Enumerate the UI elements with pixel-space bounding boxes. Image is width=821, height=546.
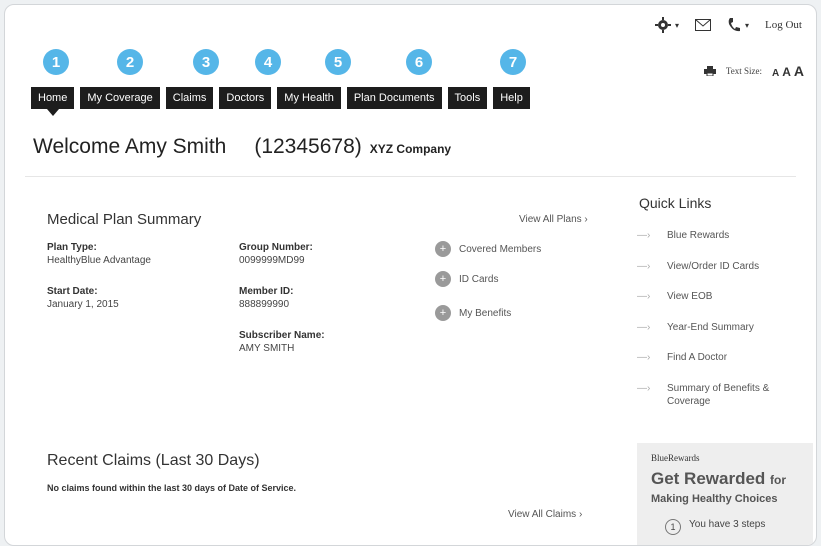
arrow-right-icon: —›	[637, 291, 651, 302]
member-id-value: 888899990	[239, 299, 290, 310]
promo-headline: Get Rewarded for	[651, 469, 786, 489]
step-badge-4: 4	[255, 49, 281, 75]
welcome-company: XYZ Company	[369, 142, 452, 156]
member-id-label: Member ID:	[239, 286, 294, 297]
view-all-claims-label: View All Claims	[508, 509, 577, 520]
chevron-down-icon[interactable]: ▾	[745, 21, 749, 30]
quick-link-label: Blue Rewards	[667, 230, 730, 241]
promo-headline-suffix: for	[770, 473, 787, 487]
tab-claims[interactable]: Claims	[165, 87, 214, 109]
chevron-right-icon: ›	[578, 509, 583, 520]
my-benefits-link[interactable]: + My Benefits	[435, 305, 511, 321]
plus-icon: +	[435, 305, 451, 321]
text-size-label: Text Size:	[725, 66, 762, 76]
plan-type-value: HealthyBlue Advantage	[47, 255, 151, 266]
text-size-small[interactable]: A	[772, 68, 779, 79]
arrow-right-icon: —›	[637, 352, 651, 363]
welcome-member-id: (12345678)	[254, 135, 362, 158]
step-badge-7: 7	[500, 49, 526, 75]
tab-help[interactable]: Help	[493, 87, 530, 109]
tab-my-health[interactable]: My Health	[277, 87, 341, 109]
covered-members-link[interactable]: + Covered Members	[435, 241, 541, 257]
arrow-right-icon: —›	[637, 322, 651, 333]
id-cards-link[interactable]: + ID Cards	[435, 271, 498, 287]
recent-claims-title: Recent Claims (Last 30 Days)	[47, 452, 260, 469]
quick-link-id-cards[interactable]: —› View/Order ID Cards	[637, 260, 807, 273]
step-badge-1: 1	[43, 49, 69, 75]
promo-steps-text: You have 3 steps	[689, 519, 766, 530]
promo-headline-main: Get Rewarded	[651, 469, 766, 488]
plus-icon: +	[435, 271, 451, 287]
id-cards-label: ID Cards	[459, 273, 499, 285]
group-number-label: Group Number:	[239, 242, 313, 253]
quick-link-label: View EOB	[667, 291, 713, 302]
step-badge-2: 2	[117, 49, 143, 75]
promo-brand: BlueRewards	[651, 453, 700, 463]
plus-icon: +	[435, 241, 451, 257]
tab-tools[interactable]: Tools	[447, 87, 488, 109]
quick-link-label: Summary of Benefits & Coverage	[667, 383, 770, 407]
phone-icon[interactable]	[727, 17, 741, 33]
subscriber-name-value: AMY SMITH	[239, 343, 295, 354]
tab-doctors[interactable]: Doctors	[219, 87, 272, 109]
text-size-large[interactable]: A	[794, 63, 804, 79]
step-number-icon: 1	[665, 519, 681, 535]
print-icon[interactable]	[703, 66, 716, 76]
plan-type-label: Plan Type:	[47, 242, 97, 253]
welcome-heading: Welcome Amy Smith (12345678) XYZ Company	[33, 135, 451, 159]
quick-link-label: Find A Doctor	[667, 352, 728, 363]
quick-link-summary-of-benefits[interactable]: —› Summary of Benefits & Coverage	[637, 382, 807, 408]
group-number-value: 0099999MD99	[239, 255, 305, 266]
gear-icon[interactable]	[654, 17, 671, 33]
quick-link-view-eob[interactable]: —› View EOB	[637, 290, 807, 303]
text-size-medium[interactable]: A	[782, 65, 791, 79]
promo-steps: 1 You have 3 steps	[665, 519, 765, 535]
group-number: Group Number: 0099999MD99	[239, 241, 313, 267]
welcome-name: Welcome Amy Smith	[33, 135, 227, 158]
tab-home[interactable]: Home	[31, 87, 75, 116]
member-id: Member ID: 888899990	[239, 285, 293, 311]
quick-links-title: Quick Links	[639, 195, 712, 211]
promo-subheadline: Making Healthy Choices	[651, 493, 778, 505]
mail-icon[interactable]	[695, 19, 711, 31]
blue-rewards-promo[interactable]: BlueRewards Get Rewarded for Making Heal…	[637, 443, 813, 545]
subscriber-name: Subscriber Name: AMY SMITH	[239, 329, 325, 355]
recent-claims-message: No claims found within the last 30 days …	[47, 483, 297, 493]
arrow-right-icon: —›	[637, 230, 651, 241]
covered-members-label: Covered Members	[459, 243, 542, 255]
logout-link[interactable]: Log Out	[765, 19, 802, 31]
arrow-right-icon: —›	[637, 261, 651, 272]
divider	[25, 176, 796, 177]
start-date: Start Date: January 1, 2015	[47, 285, 119, 311]
start-date-label: Start Date:	[47, 286, 98, 297]
view-all-plans-link[interactable]: View All Plans ›	[519, 214, 588, 225]
my-benefits-label: My Benefits	[459, 307, 512, 319]
step-badge-6: 6	[406, 49, 432, 75]
quick-link-label: Year-End Summary	[667, 322, 754, 333]
text-size-control: Text Size: A A A	[703, 63, 804, 79]
view-all-plans-label: View All Plans	[519, 214, 582, 225]
view-all-claims-link[interactable]: View All Claims ›	[508, 509, 582, 520]
arrow-right-icon: —›	[637, 383, 651, 394]
plan-type: Plan Type: HealthyBlue Advantage	[47, 241, 151, 267]
tab-plan-documents[interactable]: Plan Documents	[346, 87, 442, 109]
quick-link-label: View/Order ID Cards	[667, 261, 760, 272]
app-window: ▾ ▾ Log Out 1 2 3 4 5 6 7 Text Size: A A…	[4, 4, 817, 546]
step-badge-3: 3	[193, 49, 219, 75]
plan-summary-title: Medical Plan Summary	[47, 211, 202, 228]
quick-link-year-end-summary[interactable]: —› Year-End Summary	[637, 321, 807, 334]
step-badges: 1 2 3 4 5 6 7	[5, 49, 816, 79]
chevron-right-icon: ›	[584, 214, 588, 225]
tab-my-coverage[interactable]: My Coverage	[80, 87, 160, 109]
start-date-value: January 1, 2015	[47, 299, 119, 310]
quick-link-blue-rewards[interactable]: —› Blue Rewards	[637, 229, 807, 242]
quick-link-find-doctor[interactable]: —› Find A Doctor	[637, 351, 807, 364]
top-utility-bar: ▾ ▾ Log Out	[654, 17, 802, 33]
subscriber-name-label: Subscriber Name:	[239, 330, 325, 341]
main-nav: Home My Coverage Claims Doctors My Healt…	[31, 87, 530, 116]
step-badge-5: 5	[325, 49, 351, 75]
chevron-down-icon[interactable]: ▾	[675, 21, 679, 30]
